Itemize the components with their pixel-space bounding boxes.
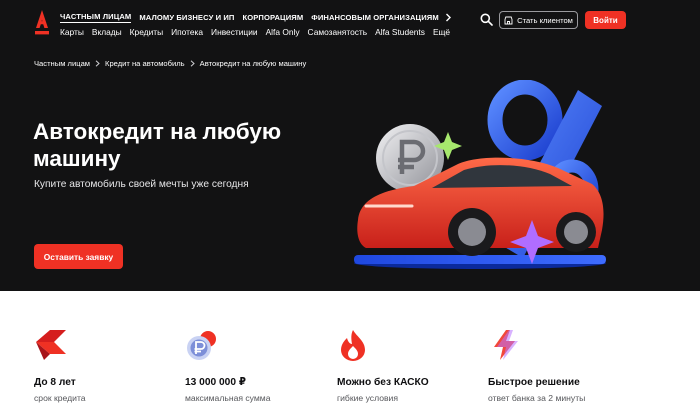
chevron-right-icon (95, 60, 100, 67)
page-title: Автокредит на любую машину (33, 119, 282, 171)
feature-fast-decision: Быстрое решение ответ банка за 2 минуты (488, 291, 638, 419)
feature-subtitle: срок кредита (34, 393, 86, 403)
apply-button[interactable]: Оставить заявку (34, 244, 123, 269)
nav-self-employment[interactable]: Самозанятость (308, 27, 368, 37)
search-icon[interactable] (480, 13, 493, 26)
hero-subtitle: Купите автомобиль своей мечты уже сегодн… (34, 179, 249, 190)
feature-title: Быстрое решение (488, 377, 580, 388)
feature-subtitle: ответ банка за 2 минуты (488, 393, 586, 403)
become-client-button[interactable]: Стать клиентом (499, 11, 578, 29)
feature-amount: 13 000 000 ₽ максимальная сумма (185, 291, 335, 419)
nav-investments[interactable]: Инвестиции (211, 27, 258, 37)
hero-section: ЧАСТНЫМ ЛИЦАМ МАЛОМУ БИЗНЕСУ И ИП КОРПОР… (0, 0, 700, 291)
feature-title: Можно без КАСКО (337, 377, 429, 388)
chevron-right-icon (190, 60, 195, 67)
become-client-label: Стать клиентом (517, 15, 573, 25)
nav-credits[interactable]: Кредиты (130, 27, 163, 37)
segment-financial-orgs[interactable]: ФИНАНСОВЫМ ОРГАНИЗАЦИЯМ (311, 13, 439, 22)
breadcrumb-current: Автокредит на любую машину (199, 59, 307, 68)
arrow-bend-icon (36, 330, 66, 360)
breadcrumb: Частным лицам Кредит на автомобиль Авток… (34, 59, 306, 68)
feature-subtitle: гибкие условия (337, 393, 398, 403)
chevron-right-icon[interactable] (445, 13, 452, 22)
nav-deposits[interactable]: Вклады (92, 27, 122, 37)
login-button[interactable]: Войти (585, 11, 626, 29)
flame-icon (341, 330, 365, 361)
coins-icon (187, 331, 216, 360)
feature-title: До 8 лет (34, 377, 76, 388)
features-section: До 8 лет срок кредита 13 000 000 ₽ макси… (0, 291, 700, 419)
segment-individuals[interactable]: ЧАСТНЫМ ЛИЦАМ (60, 12, 132, 23)
breadcrumb-individuals[interactable]: Частным лицам (34, 59, 90, 68)
product-nav: Карты Вклады Кредиты Ипотека Инвестиции … (60, 27, 450, 37)
feature-title: 13 000 000 ₽ (185, 377, 246, 388)
nav-mortgage[interactable]: Ипотека (171, 27, 203, 37)
segment-corporations[interactable]: КОРПОРАЦИЯМ (243, 13, 304, 22)
nav-cards[interactable]: Карты (60, 27, 84, 37)
car-loan-illustration (354, 80, 606, 269)
shop-icon (504, 16, 513, 24)
lightning-icon (494, 330, 518, 360)
feature-subtitle: максимальная сумма (185, 393, 271, 403)
segment-small-business[interactable]: МАЛОМУ БИЗНЕСУ И ИП (139, 13, 234, 22)
breadcrumb-car-loan[interactable]: Кредит на автомобиль (105, 59, 185, 68)
nav-more[interactable]: Ещё (433, 27, 450, 37)
nav-alfa-students[interactable]: Alfa Students (375, 27, 425, 37)
segment-nav: ЧАСТНЫМ ЛИЦАМ МАЛОМУ БИЗНЕСУ И ИП КОРПОР… (60, 12, 452, 23)
feature-term: До 8 лет срок кредита (34, 291, 184, 419)
alfa-logo-icon[interactable] (30, 9, 54, 37)
feature-kasko: Можно без КАСКО гибкие условия (337, 291, 487, 419)
nav-alfa-only[interactable]: Alfa Only (266, 27, 300, 37)
